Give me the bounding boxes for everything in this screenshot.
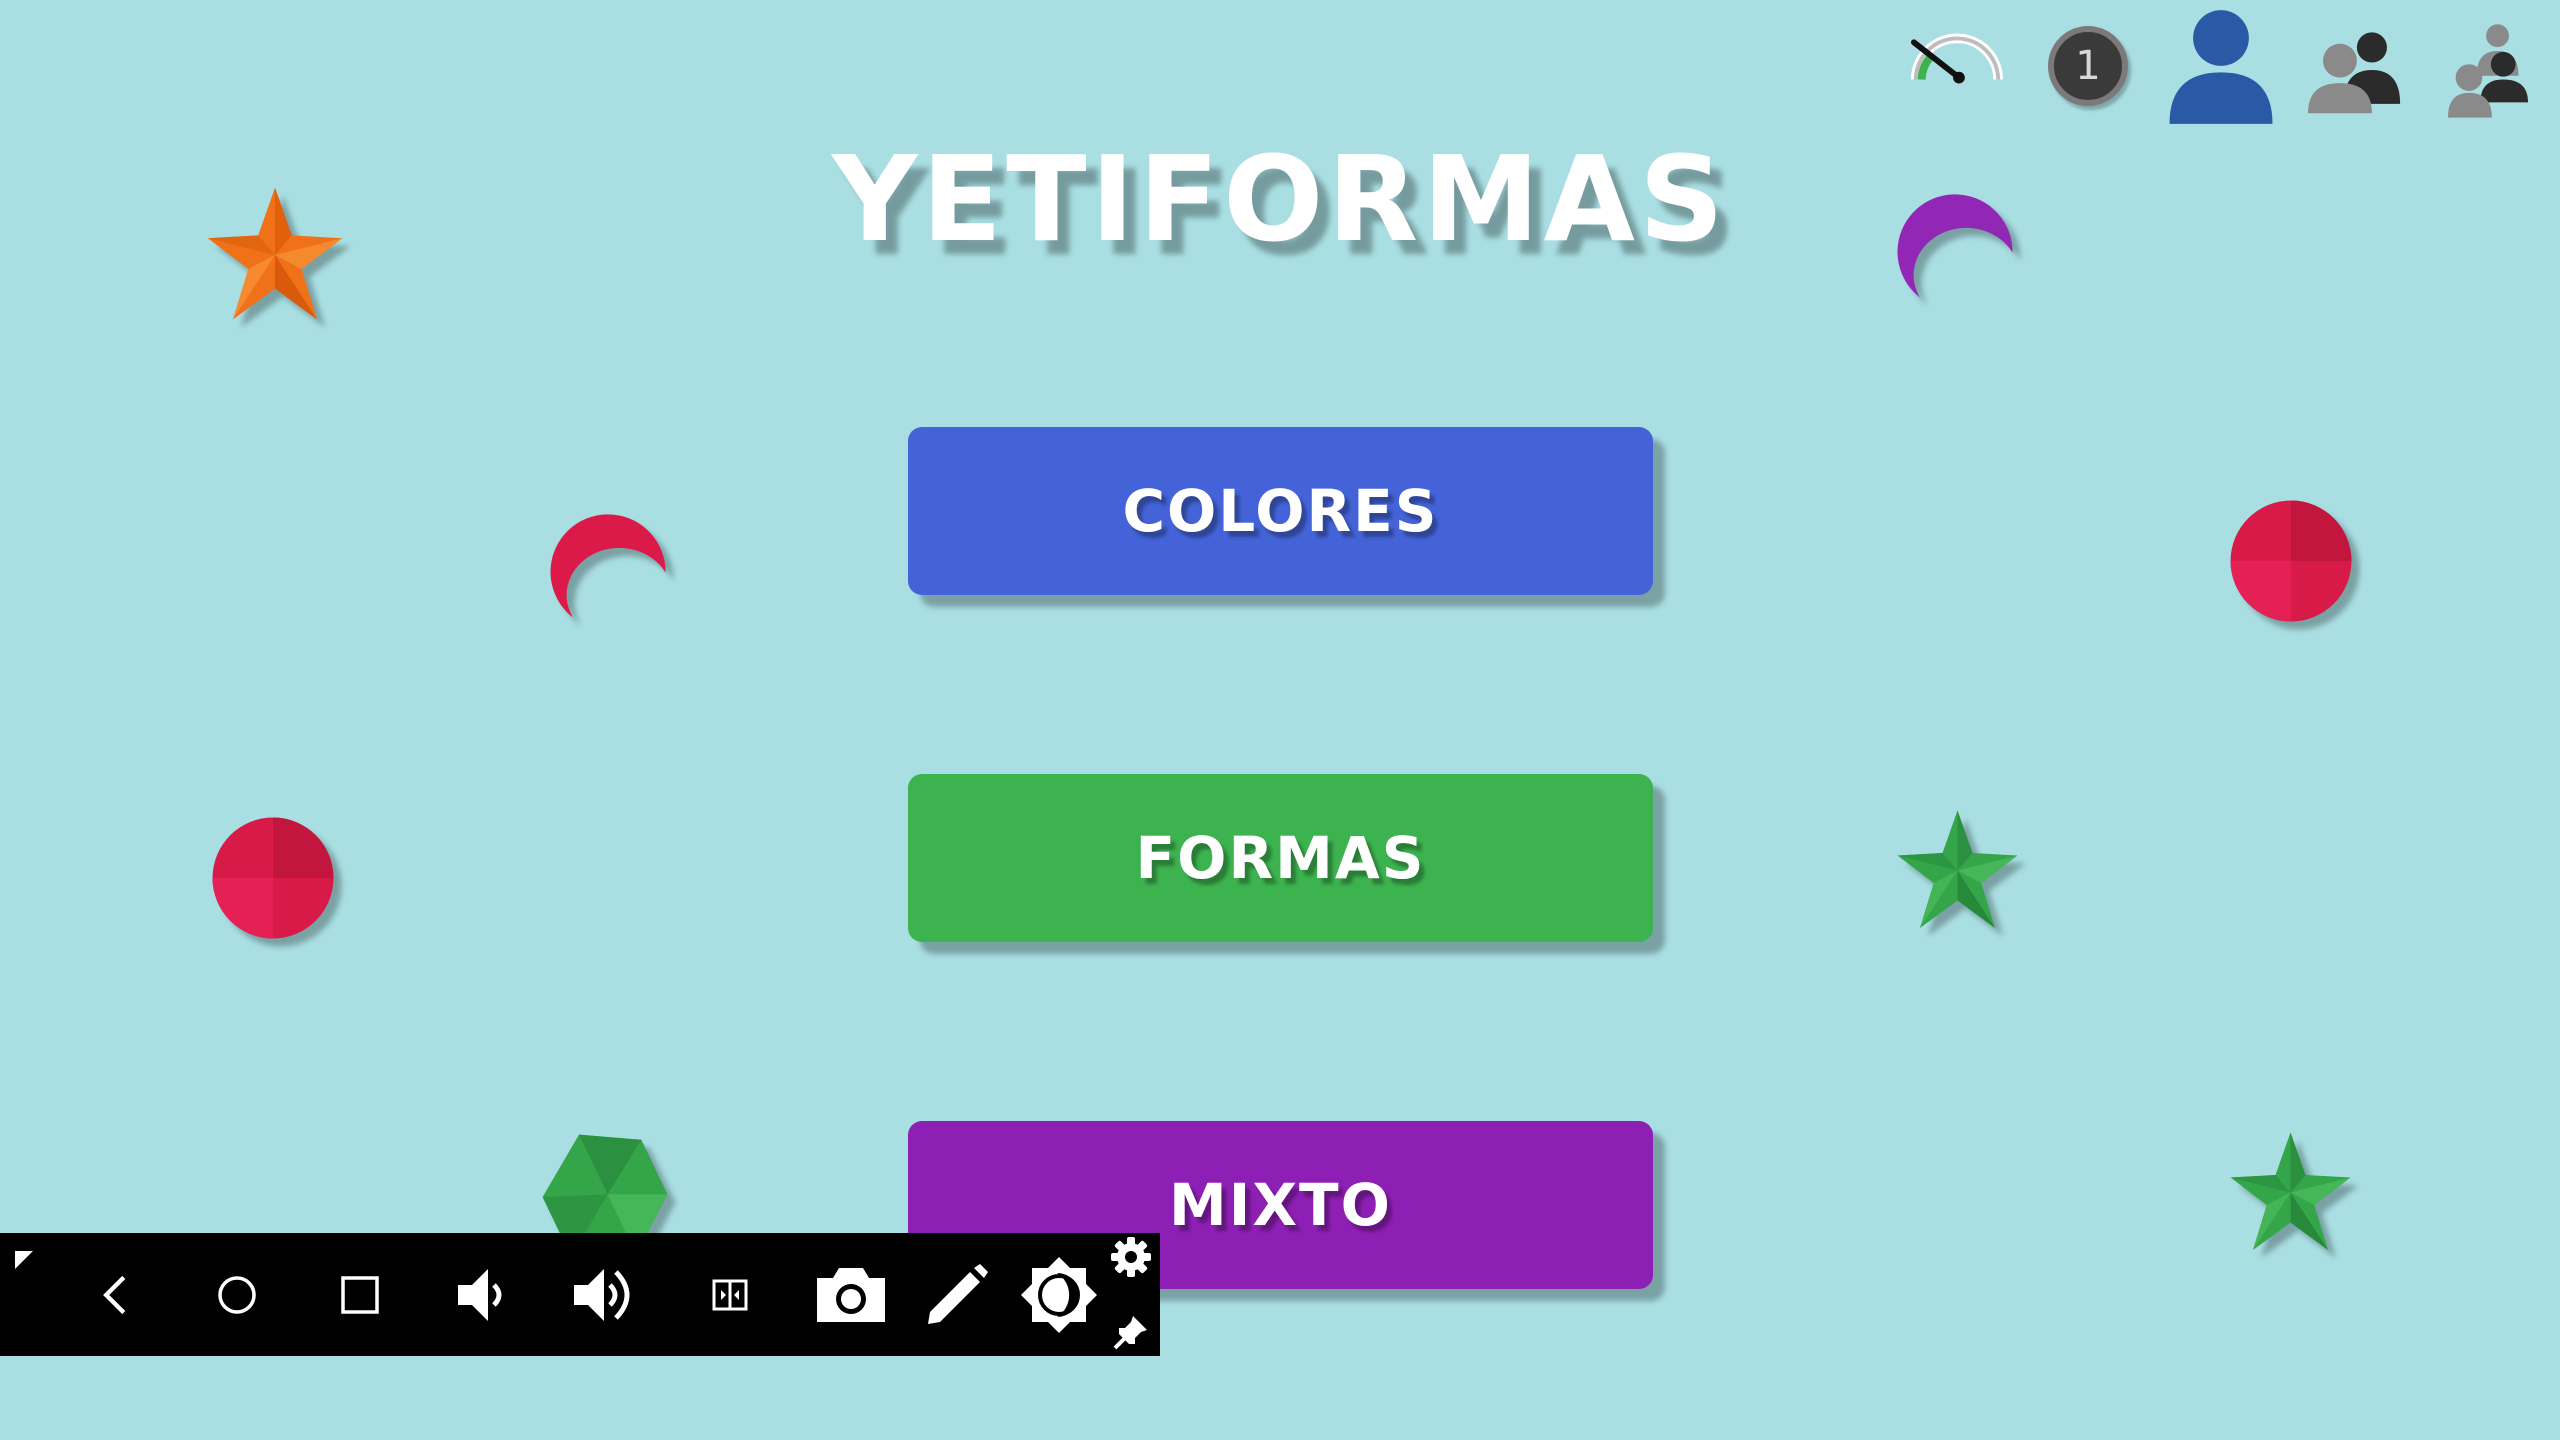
- mixto-button-label: MIXTO: [1169, 1171, 1392, 1239]
- brightness-button[interactable]: [1016, 1233, 1102, 1356]
- game-screen: YETIFORMAS COLORES FORMAS MIXTO 1: [0, 0, 2560, 1440]
- red-circle-icon: [212, 817, 334, 939]
- volume-down-button[interactable]: [448, 1233, 518, 1356]
- home-icon: [218, 1275, 256, 1314]
- volume-up-icon: [574, 1268, 630, 1321]
- two-players-icon[interactable]: [2308, 26, 2402, 114]
- game-title: YETIFORMAS: [832, 130, 1728, 268]
- pin-button[interactable]: [1108, 1311, 1154, 1353]
- draw-button[interactable]: [920, 1233, 994, 1356]
- pencil-icon: [928, 1263, 988, 1324]
- pin-icon: [1113, 1316, 1147, 1350]
- back-icon: [103, 1275, 126, 1314]
- volume-down-icon: [458, 1268, 502, 1321]
- level-badge[interactable]: 1: [2048, 26, 2128, 106]
- red-crescent-icon: [550, 514, 666, 618]
- home-button[interactable]: [202, 1233, 272, 1356]
- speed-gauge-icon[interactable]: [1908, 28, 2006, 88]
- split-screen-button[interactable]: [695, 1233, 765, 1356]
- back-button[interactable]: [80, 1233, 150, 1356]
- split-screen-icon: [712, 1279, 748, 1310]
- settings-button[interactable]: [1108, 1233, 1154, 1281]
- settings-icon: [1111, 1237, 1151, 1277]
- colores-button-label: COLORES: [1122, 477, 1439, 545]
- camera-icon: [817, 1267, 885, 1322]
- screenshot-button[interactable]: [810, 1233, 892, 1356]
- single-player-icon[interactable]: [2166, 8, 2276, 126]
- system-navigation-bar: [0, 1233, 1160, 1356]
- purple-crescent-icon: [1897, 194, 2013, 298]
- red-circle-icon: [2230, 500, 2352, 622]
- green-star-icon: [2230, 1132, 2351, 1250]
- colores-button[interactable]: COLORES: [908, 427, 1653, 595]
- formas-button[interactable]: FORMAS: [908, 774, 1653, 942]
- recents-icon: [341, 1275, 379, 1314]
- formas-button-label: FORMAS: [1135, 824, 1426, 892]
- brightness-icon: [1021, 1256, 1097, 1333]
- recents-button[interactable]: [325, 1233, 395, 1356]
- corner-handle[interactable]: [14, 1251, 34, 1271]
- corner-icon: [15, 1251, 33, 1269]
- orange-star-icon: [207, 187, 343, 320]
- volume-up-button[interactable]: [568, 1233, 644, 1356]
- multi-players-icon[interactable]: [2448, 22, 2528, 118]
- green-star-icon: [1897, 810, 2018, 928]
